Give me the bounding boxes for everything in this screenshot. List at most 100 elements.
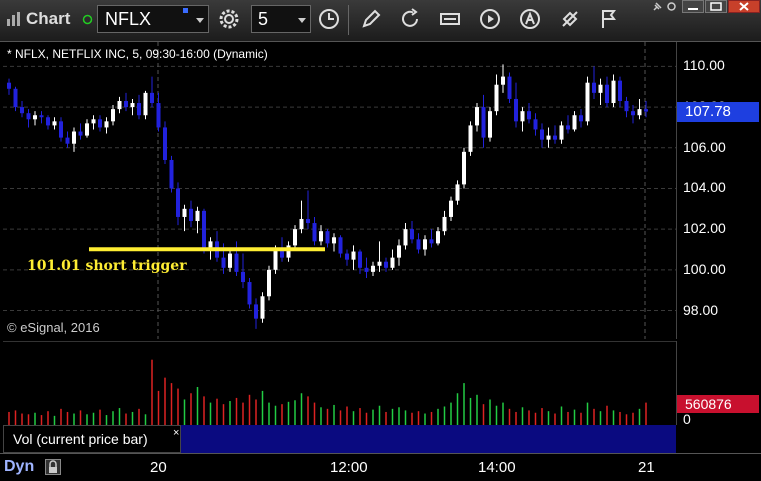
candle-body[interactable] [429, 239, 434, 244]
candle-body[interactable] [312, 223, 317, 242]
pin-icon[interactable] [652, 1, 663, 12]
candle-body[interactable] [39, 115, 44, 118]
candle-body[interactable] [286, 245, 291, 258]
link-window-icon[interactable] [666, 1, 677, 12]
candle-body[interactable] [52, 121, 57, 126]
candle-body[interactable] [338, 237, 343, 254]
volume-study-label[interactable]: Vol (current price bar) × [3, 425, 181, 453]
candle-body[interactable] [228, 253, 232, 268]
close-study-button[interactable]: × [173, 427, 179, 439]
candle-body[interactable] [72, 131, 76, 144]
candle-body[interactable] [65, 137, 70, 144]
candle-body[interactable] [104, 121, 109, 128]
candle-body[interactable] [618, 80, 622, 101]
candle-body[interactable] [520, 111, 525, 122]
candle-body[interactable] [143, 92, 148, 116]
candle-body[interactable] [449, 200, 453, 217]
candle-body[interactable] [59, 121, 63, 138]
candle-body[interactable] [234, 253, 239, 272]
candle-body[interactable] [410, 229, 414, 240]
candle-body[interactable] [260, 296, 265, 319]
candle-body[interactable] [637, 109, 642, 116]
candle-body[interactable] [33, 115, 37, 120]
candle-body[interactable] [169, 159, 174, 189]
price-axis[interactable]: 110.00108.00106.00104.00102.00100.0098.0… [676, 42, 761, 339]
candle-body[interactable] [384, 261, 388, 268]
candle-body[interactable] [546, 135, 551, 140]
price-plot[interactable]: * NFLX, NETFLIX INC, 5, 09:30-16:00 (Dyn… [3, 42, 676, 339]
candle-body[interactable] [644, 109, 648, 112]
link-status-icon[interactable] [82, 14, 93, 25]
candle-body[interactable] [7, 82, 11, 89]
candle-body[interactable] [364, 267, 369, 272]
candle-body[interactable] [124, 100, 128, 108]
candle-body[interactable] [20, 107, 24, 114]
candle-body[interactable] [371, 265, 375, 272]
candle-body[interactable] [455, 184, 460, 201]
candle-body[interactable] [501, 76, 505, 85]
candle-body[interactable] [189, 208, 193, 222]
candle-body[interactable] [533, 119, 538, 130]
link-icon[interactable] [558, 7, 582, 31]
candle-body[interactable] [13, 88, 18, 108]
chevron-down-icon[interactable] [298, 18, 306, 23]
interval-input[interactable]: 5 [251, 5, 311, 33]
candle-body[interactable] [585, 82, 590, 122]
candle-body[interactable] [403, 229, 408, 246]
candle-body[interactable] [351, 251, 356, 260]
flag-icon[interactable] [597, 7, 621, 31]
quote-icon[interactable] [438, 7, 462, 31]
candle-body[interactable] [46, 117, 50, 126]
candle-body[interactable] [631, 111, 635, 116]
alert-icon[interactable] [518, 7, 542, 31]
candle-body[interactable] [358, 251, 362, 268]
chevron-down-icon[interactable] [196, 18, 204, 23]
candle-body[interactable] [345, 253, 349, 260]
candle-body[interactable] [195, 210, 200, 222]
candle-body[interactable] [182, 208, 187, 217]
refresh-icon[interactable] [398, 7, 422, 31]
close-icon[interactable] [728, 0, 760, 13]
lock-icon[interactable] [45, 459, 61, 475]
candle-body[interactable] [559, 125, 564, 140]
candle-body[interactable] [299, 218, 304, 230]
candle-body[interactable] [117, 100, 122, 110]
play-icon[interactable] [478, 7, 502, 31]
candle-body[interactable] [468, 125, 473, 152]
candle-body[interactable] [98, 119, 102, 128]
candle-body[interactable] [579, 115, 583, 122]
minimize-icon[interactable] [682, 0, 704, 13]
candle-body[interactable] [78, 131, 83, 136]
candle-body[interactable] [494, 84, 499, 112]
candle-body[interactable] [319, 231, 323, 242]
gear-icon[interactable] [217, 7, 241, 31]
candle-body[interactable] [26, 113, 31, 120]
candle-body[interactable] [137, 103, 141, 116]
candle-body[interactable] [390, 257, 395, 268]
candle-body[interactable] [540, 129, 544, 140]
candle-body[interactable] [436, 231, 440, 244]
candle-body[interactable] [423, 239, 427, 250]
candle-body[interactable] [325, 231, 330, 244]
candle-body[interactable] [611, 80, 616, 104]
volume-chart[interactable] [3, 342, 676, 426]
time-mode-label[interactable]: Dyn [4, 458, 34, 476]
candle-body[interactable] [221, 257, 226, 268]
candle-body[interactable] [481, 107, 486, 138]
candle-body[interactable] [150, 92, 154, 104]
candle-body[interactable] [241, 271, 245, 283]
candle-body[interactable] [130, 103, 135, 108]
pencil-icon[interactable] [359, 7, 383, 31]
candle-body[interactable] [91, 119, 96, 124]
candle-body[interactable] [156, 103, 161, 128]
candle-body[interactable] [306, 218, 310, 224]
candle-body[interactable] [572, 115, 577, 130]
candle-body[interactable] [475, 107, 479, 126]
candle-body[interactable] [247, 282, 252, 305]
candle-body[interactable] [416, 239, 421, 250]
volume-axis[interactable]: 560876 0 [676, 341, 761, 427]
candle-body[interactable] [397, 245, 401, 258]
candle-body[interactable] [176, 188, 180, 217]
time-axis[interactable]: Dyn 20 12:00 14:00 21 [0, 453, 761, 481]
volume-plot[interactable] [3, 341, 676, 426]
